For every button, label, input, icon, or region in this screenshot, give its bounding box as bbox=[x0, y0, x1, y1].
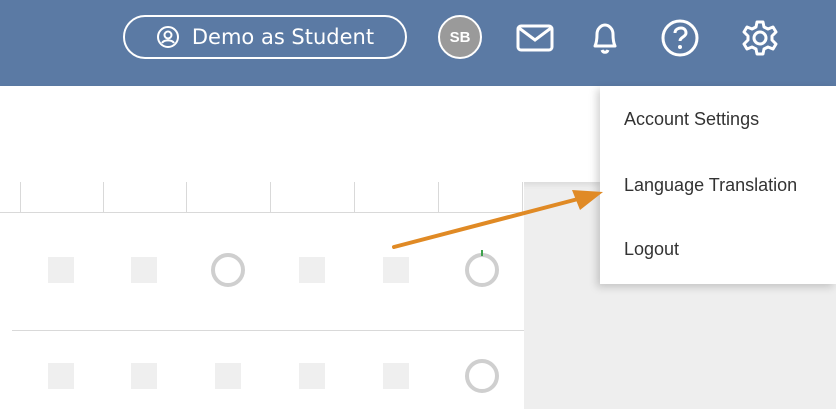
annotation-arrow bbox=[392, 190, 603, 249]
